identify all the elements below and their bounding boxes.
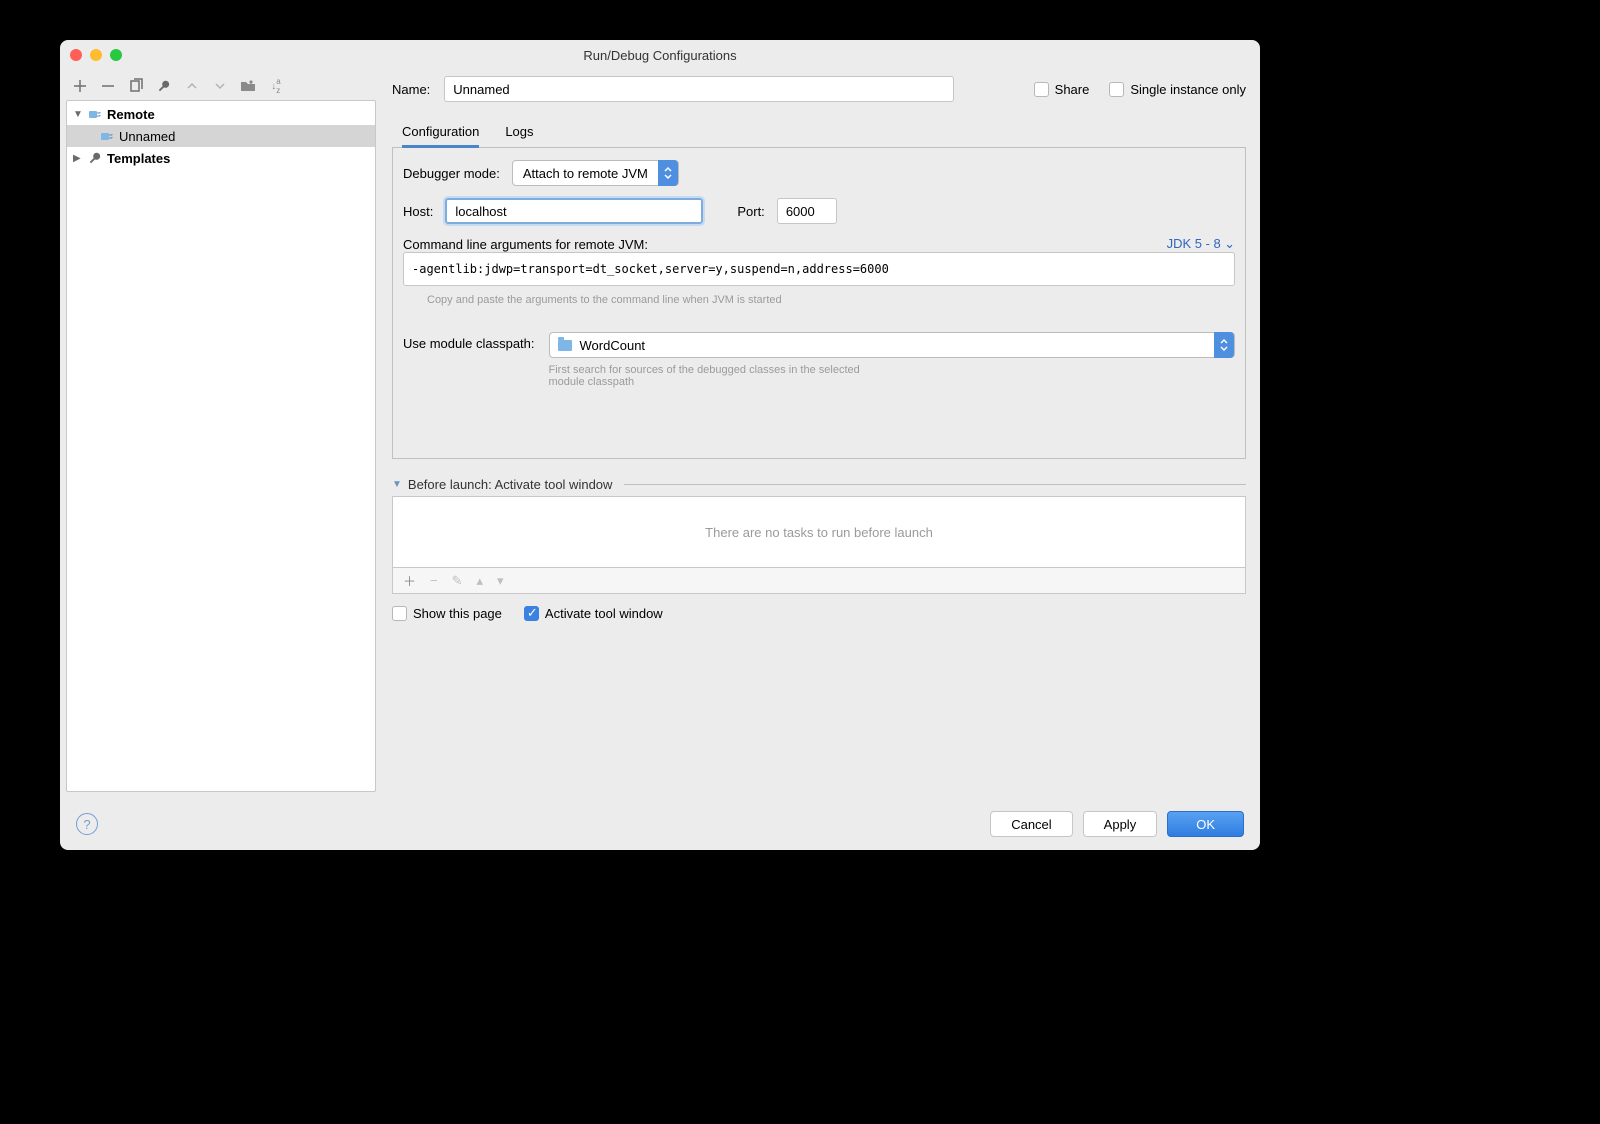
chevron-updown-icon <box>658 160 678 186</box>
cmd-hint: Copy and paste the arguments to the comm… <box>427 294 1235 306</box>
activate-tool-window-checkbox[interactable]: Activate tool window <box>524 606 663 621</box>
chevron-updown-icon <box>1214 332 1234 358</box>
tree-item-label: Remote <box>107 107 155 122</box>
host-input[interactable] <box>445 198 703 224</box>
expand-icon[interactable]: ▼ <box>73 109 83 120</box>
before-launch-toolbar: ＋ − ✎ ▴ ▾ <box>392 568 1246 594</box>
titlebar: Run/Debug Configurations <box>60 40 1260 70</box>
apply-button[interactable]: Apply <box>1083 811 1158 837</box>
activate-label: Activate tool window <box>545 606 663 621</box>
show-page-label: Show this page <box>413 606 502 621</box>
name-label: Name: <box>392 82 430 97</box>
ok-button[interactable]: OK <box>1167 811 1244 837</box>
module-hint: First search for sources of the debugged… <box>549 364 889 388</box>
help-icon[interactable]: ? <box>76 813 98 835</box>
host-label: Host: <box>403 204 433 219</box>
folder-icon[interactable] <box>240 78 256 94</box>
tab-logs[interactable]: Logs <box>505 124 533 147</box>
show-this-page-checkbox[interactable]: Show this page <box>392 606 502 621</box>
share-label: Share <box>1055 82 1090 97</box>
move-up-icon[interactable]: ▴ <box>477 573 484 589</box>
window-title: Run/Debug Configurations <box>60 48 1260 63</box>
empty-tasks-text: There are no tasks to run before launch <box>705 525 933 540</box>
module-value: WordCount <box>580 338 646 353</box>
jdk-version-link[interactable]: JDK 5 - 8 ⌄ <box>1167 236 1235 252</box>
expand-icon[interactable]: ▶ <box>73 153 83 164</box>
remove-icon[interactable]: − <box>430 573 438 588</box>
cancel-button[interactable]: Cancel <box>990 811 1072 837</box>
remote-icon <box>87 107 103 121</box>
maximize-icon[interactable] <box>110 49 122 61</box>
tree-item-unnamed[interactable]: Unnamed <box>67 125 375 147</box>
remote-icon <box>99 129 115 143</box>
cmd-args-field[interactable] <box>403 252 1235 286</box>
copy-icon[interactable] <box>128 78 144 94</box>
add-icon[interactable]: ＋ <box>403 571 416 590</box>
add-icon[interactable] <box>72 78 88 94</box>
debugger-mode-select[interactable]: Attach to remote JVM <box>512 160 679 186</box>
debugger-mode-value: Attach to remote JVM <box>523 166 648 181</box>
before-launch-tasks: There are no tasks to run before launch <box>392 496 1246 568</box>
cmd-args-label: Command line arguments for remote JVM: <box>403 237 648 252</box>
configuration-panel: Debugger mode: Attach to remote JVM Host… <box>392 148 1246 459</box>
tree-item-label: Unnamed <box>119 129 175 144</box>
move-up-icon[interactable] <box>184 78 200 94</box>
configurations-tree[interactable]: ▼ Remote Unnamed ▶ Templates <box>66 100 376 792</box>
configurations-sidebar: ↓az ▼ Remote Unnamed ▶ Templ <box>60 70 376 798</box>
single-instance-checkbox[interactable]: Single instance only <box>1109 82 1246 97</box>
chevron-down-icon: ⌄ <box>1224 236 1235 251</box>
tree-item-remote[interactable]: ▼ Remote <box>67 103 375 125</box>
before-launch-title: Before launch: Activate tool window <box>408 477 613 492</box>
edit-icon[interactable]: ✎ <box>452 573 463 589</box>
name-input[interactable] <box>444 76 954 102</box>
tab-configuration[interactable]: Configuration <box>402 124 479 148</box>
tabs: Configuration Logs <box>392 124 1246 148</box>
port-input[interactable] <box>777 198 837 224</box>
run-debug-config-dialog: Run/Debug Configurations ↓az ▼ <box>60 40 1260 850</box>
module-classpath-select[interactable]: WordCount <box>549 332 1235 358</box>
module-classpath-label: Use module classpath: <box>403 336 535 351</box>
single-instance-label: Single instance only <box>1130 82 1246 97</box>
settings-icon[interactable] <box>156 78 172 94</box>
wrench-icon <box>87 151 103 165</box>
remove-icon[interactable] <box>100 78 116 94</box>
close-icon[interactable] <box>70 49 82 61</box>
configuration-editor: Name: Share Single instance only Configu… <box>376 70 1260 798</box>
port-label: Port: <box>737 204 764 219</box>
move-down-icon[interactable] <box>212 78 228 94</box>
move-down-icon[interactable]: ▾ <box>497 573 504 589</box>
module-icon <box>558 340 572 351</box>
debugger-mode-label: Debugger mode: <box>403 166 500 181</box>
share-checkbox[interactable]: Share <box>1034 82 1090 97</box>
dialog-footer: ? Cancel Apply OK <box>60 798 1260 850</box>
sort-icon[interactable]: ↓az <box>268 78 284 94</box>
sidebar-toolbar: ↓az <box>66 76 376 100</box>
before-launch-header[interactable]: ▼ Before launch: Activate tool window <box>392 477 1246 492</box>
collapse-icon: ▼ <box>392 479 402 490</box>
minimize-icon[interactable] <box>90 49 102 61</box>
tree-item-label: Templates <box>107 151 170 166</box>
tree-item-templates[interactable]: ▶ Templates <box>67 147 375 169</box>
